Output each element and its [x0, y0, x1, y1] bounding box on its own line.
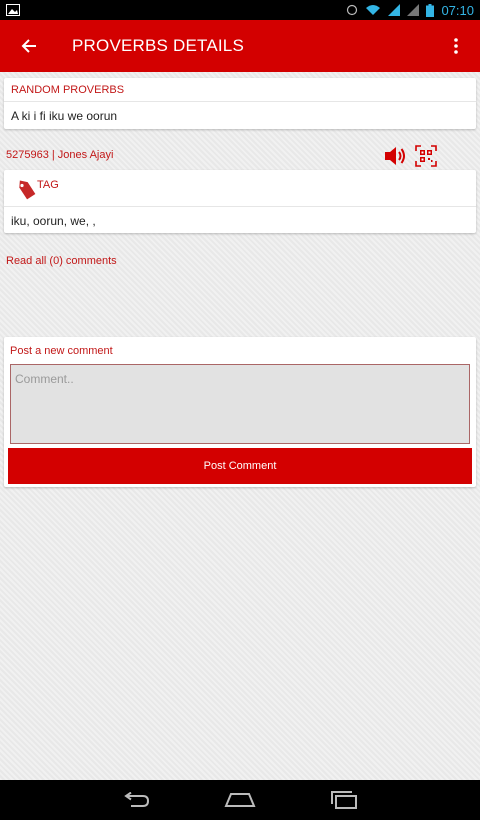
- tag-card: TAG iku, oorun, we, ,: [4, 170, 476, 233]
- tag-list: iku, oorun, we, ,: [11, 214, 96, 228]
- sync-icon: [347, 4, 358, 16]
- qr-code-icon: [415, 145, 437, 167]
- tag-icon: [19, 180, 36, 200]
- status-notifications: [6, 4, 20, 16]
- back-arrow-icon: [21, 39, 36, 53]
- overflow-menu-button[interactable]: [432, 20, 480, 72]
- nav-recents-icon: [331, 791, 357, 809]
- comment-input[interactable]: [10, 364, 470, 444]
- status-indicators: 07:10: [346, 3, 474, 18]
- nav-recents-button[interactable]: [322, 785, 366, 815]
- comment-form-title: Post a new comment: [10, 345, 113, 357]
- page-title: PROVERBS DETAILS: [72, 36, 244, 55]
- proverb-meta-row: 5275963 | Jones Ajayi: [0, 144, 480, 168]
- status-time: 07:10: [441, 2, 474, 18]
- speak-button[interactable]: [383, 145, 407, 167]
- nav-back-button[interactable]: [114, 785, 158, 815]
- speaker-icon: [385, 147, 405, 165]
- post-comment-button[interactable]: Post Comment: [8, 448, 472, 484]
- nav-home-button[interactable]: [218, 785, 262, 815]
- back-button[interactable]: [0, 20, 58, 72]
- content-area: RANDOM PROVERBS A ki i fi iku we oorun 5…: [0, 72, 480, 780]
- app-bar: PROVERBS DETAILS: [0, 20, 480, 72]
- qr-code-button[interactable]: [415, 145, 437, 167]
- read-all-comments-link[interactable]: Read all (0) comments: [6, 255, 117, 267]
- signal-icon: [388, 4, 401, 16]
- tag-label: TAG: [37, 179, 59, 191]
- image-notification-icon: [6, 4, 20, 16]
- tag-card-header: TAG: [4, 170, 476, 207]
- comment-form-card: Post a new comment Post Comment: [4, 337, 476, 487]
- proverb-card-header: RANDOM PROVERBS: [4, 78, 476, 102]
- nav-home-icon: [224, 793, 256, 807]
- battery-icon: [426, 3, 435, 17]
- proverb-card: RANDOM PROVERBS A ki i fi iku we oorun: [4, 78, 476, 129]
- nav-back-icon: [124, 792, 150, 807]
- overflow-menu-icon: [454, 38, 458, 54]
- signal-icon-2: [407, 4, 420, 16]
- wifi-icon: [366, 5, 381, 15]
- status-bar: 07:10: [0, 0, 480, 20]
- proverb-meta: 5275963 | Jones Ajayi: [6, 149, 114, 161]
- proverb-text: A ki i fi iku we oorun: [11, 109, 118, 123]
- system-nav-bar: [0, 780, 480, 820]
